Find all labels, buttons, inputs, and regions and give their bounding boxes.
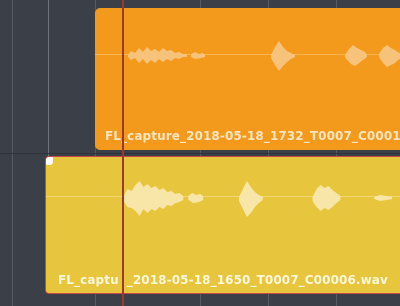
playhead[interactable]: [122, 0, 124, 306]
clip-trim-handle[interactable]: [46, 157, 53, 165]
waveform: [46, 175, 400, 223]
audio-clip-yellow[interactable]: FL_captu _2018-05-18_1650_T0007_C00006.wa…: [45, 156, 400, 294]
waveform-svg: [128, 41, 400, 71]
waveform-svg: [123, 181, 393, 217]
track-separator: [0, 153, 400, 154]
clip-name: FL_captu _2018-05-18_1650_T0007_C00006.wa…: [58, 273, 388, 287]
audio-clip-orange[interactable]: FL_capture_2018-05-18_1732_T0007_C0001: [95, 8, 400, 150]
timeline-track-area[interactable]: FL_capture_2018-05-18_1732_T0007_C0001 F…: [0, 0, 400, 306]
clip-name: FL_capture_2018-05-18_1732_T0007_C0001: [105, 129, 400, 143]
track-divider: [48, 0, 49, 156]
waveform: [95, 33, 400, 78]
